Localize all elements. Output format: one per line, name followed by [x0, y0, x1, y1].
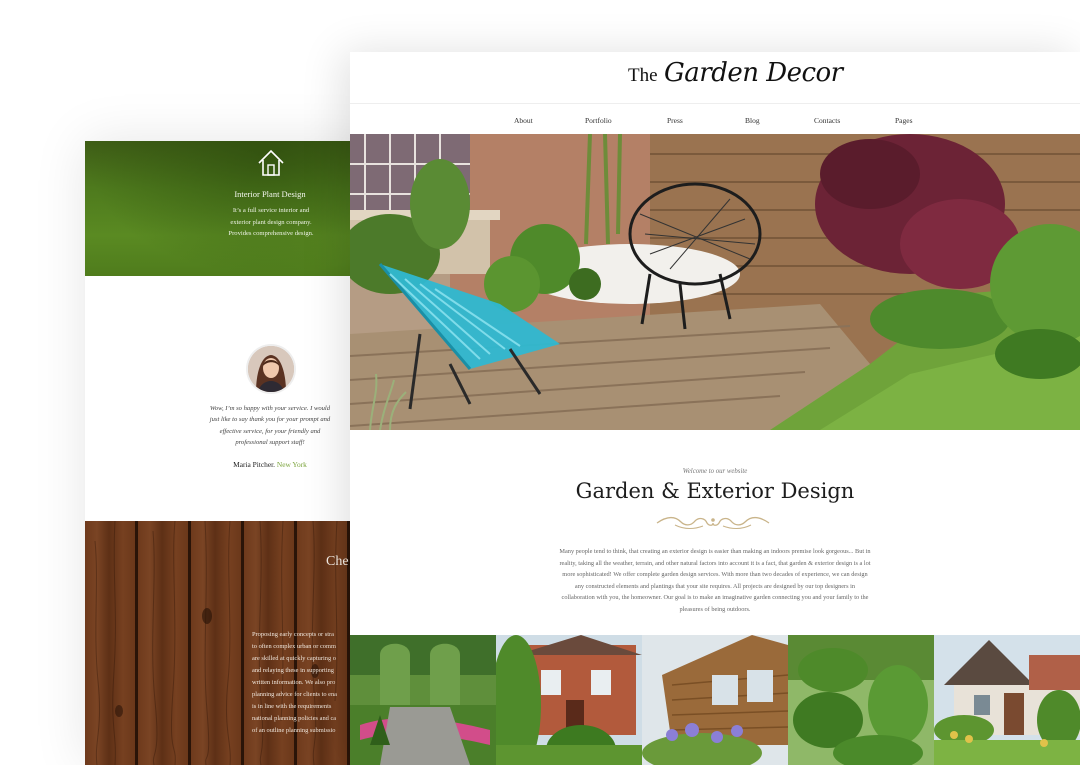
gallery-item-wooden-house[interactable] [642, 635, 788, 765]
service-description: It’s a full service interior and exterio… [228, 207, 314, 237]
page-title: Garden & Exterior Design [575, 479, 855, 503]
gallery-item-cottage[interactable] [934, 635, 1080, 765]
testimonial-author: Maria Pitcher. New York [200, 460, 340, 469]
front-page-preview: The Garden Decor About Portfolio Press B… [350, 52, 1080, 765]
nav-pages[interactable]: Pages [895, 116, 913, 125]
wood-section-heading: Che [326, 554, 349, 569]
logo-prefix[interactable]: The [628, 65, 658, 87]
author-city[interactable]: New York [277, 460, 307, 469]
gallery-item-brick-house[interactable] [496, 635, 642, 765]
main-nav: About Portfolio Press Blog Contacts Page… [350, 103, 1080, 135]
nav-press[interactable]: Press [667, 116, 683, 125]
gallery-item-hedge-garden[interactable] [350, 635, 496, 765]
author-name: Maria Pitcher. [233, 460, 276, 469]
testimonial-quote: Wow, I’m so happy with your service. I w… [209, 405, 331, 447]
back-page-preview: Interior Plant Design It’s a full servic… [85, 141, 385, 765]
avatar [248, 346, 294, 392]
nav-blog[interactable]: Blog [745, 116, 760, 125]
logo-name[interactable]: Garden Decor [664, 58, 843, 88]
intro-paragraph: Many people tend to think, that creating… [559, 548, 871, 613]
nav-contacts[interactable]: Contacts [814, 116, 840, 125]
hero-image [350, 134, 1080, 430]
project-gallery [350, 635, 1080, 765]
welcome-text: Welcome to our website [682, 468, 748, 475]
house-icon [258, 149, 284, 176]
gallery-item-topiary[interactable] [788, 635, 934, 765]
service-title: Interior Plant Design [234, 189, 306, 199]
ornament-divider-icon [656, 516, 770, 529]
header: The Garden Decor [350, 52, 1080, 102]
nav-portfolio[interactable]: Portfolio [585, 116, 612, 125]
nav-about[interactable]: About [514, 116, 533, 125]
